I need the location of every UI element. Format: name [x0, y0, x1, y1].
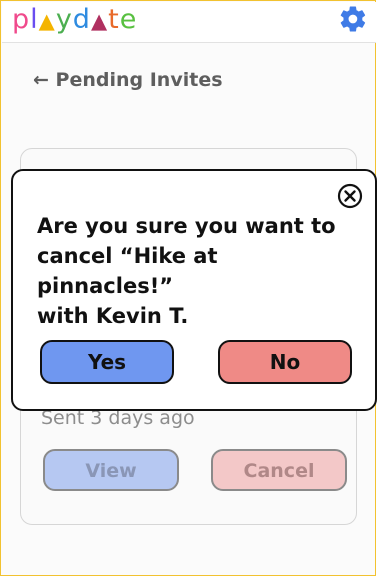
cancel-confirmation-modal: Are you sure you want to cancel “Hike at…	[11, 169, 377, 411]
logo-triangle-a2: ▲	[90, 9, 109, 33]
message-line: with Kevin T.	[37, 304, 189, 328]
gear-icon[interactable]	[338, 4, 368, 34]
view-button[interactable]: View	[43, 449, 179, 491]
confirmation-message: Are you sure you want to cancel “Hike at…	[37, 211, 357, 331]
page-title: Pending Invites	[55, 69, 223, 91]
app-frame: pl▲yd▲te ← Pending Invites Sent 3 days a…	[0, 0, 377, 576]
back-link[interactable]: ← Pending Invites	[33, 69, 223, 91]
back-arrow-icon: ←	[33, 69, 49, 91]
no-button[interactable]: No	[218, 340, 352, 384]
logo-letter-l: l	[30, 4, 39, 35]
logo-letter-y: y	[55, 4, 73, 35]
close-icon[interactable]	[337, 183, 363, 209]
yes-button[interactable]: Yes	[40, 340, 174, 384]
message-line: cancel “Hike at pinnacles!”	[37, 244, 218, 298]
logo-letter-d: d	[72, 4, 91, 35]
logo-letter-e: e	[119, 4, 138, 35]
message-line: Are you sure you want to	[37, 214, 336, 238]
playdate-logo[interactable]: pl▲yd▲te	[12, 4, 137, 37]
logo-triangle-a: ▲	[38, 9, 56, 33]
logo-letter-t: t	[108, 4, 120, 35]
cancel-button[interactable]: Cancel	[211, 449, 347, 491]
app-header: pl▲yd▲te	[2, 2, 376, 43]
logo-letter-p: p	[12, 4, 31, 35]
